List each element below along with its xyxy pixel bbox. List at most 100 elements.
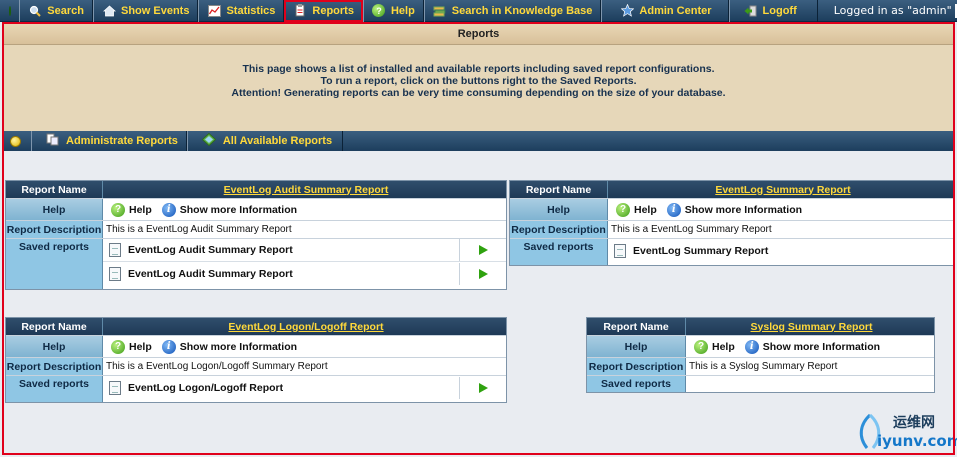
report-description-label: Report Description <box>587 358 686 375</box>
nav-show-events[interactable]: Show Events <box>93 0 199 22</box>
document-icon <box>109 243 121 257</box>
help-label: Help <box>587 336 686 357</box>
all-available-reports-button[interactable]: All Available Reports <box>186 131 344 151</box>
search-icon <box>28 4 42 18</box>
help-icon[interactable]: ? <box>616 202 630 217</box>
show-more-link[interactable]: Show more Information <box>180 204 297 216</box>
report-description: This is a EventLog Summary Report <box>611 224 772 235</box>
info-line-2: To run a report, click on the buttons ri… <box>320 75 637 87</box>
help-link[interactable]: Help <box>634 204 657 216</box>
report-description: This is a EventLog Logon/Logoff Summary … <box>106 361 328 372</box>
report-description: This is a Syslog Summary Report <box>689 361 838 372</box>
report-name-label: Report Name <box>510 181 608 198</box>
report-name-label: Report Name <box>587 318 686 335</box>
nav-search[interactable]: Search <box>19 0 93 22</box>
saved-report-name: EventLog Audit Summary Report <box>128 244 293 256</box>
report-description-label: Report Description <box>6 358 103 375</box>
nav-admin-center-label: Admin Center <box>639 4 712 17</box>
nav-show-events-label: Show Events <box>121 4 190 17</box>
events-icon <box>102 4 116 18</box>
report-panel-syslog-summary: Report Name Syslog Summary Report Help ?… <box>586 317 935 393</box>
info-icon[interactable]: i <box>744 339 759 354</box>
help-label: Help <box>6 336 103 357</box>
saved-report-item: EventLog Logon/Logoff Report <box>103 376 506 399</box>
reports-list-icon <box>201 132 217 149</box>
run-report-button[interactable] <box>459 376 506 399</box>
nav-reports[interactable]: Reports <box>284 0 363 22</box>
show-more-link[interactable]: Show more Information <box>685 204 802 216</box>
help-label: Help <box>510 199 608 220</box>
info-line-1: This page shows a list of installed and … <box>242 63 715 75</box>
info-icon[interactable]: i <box>666 202 681 217</box>
help-link[interactable]: Help <box>129 341 152 353</box>
show-more-link[interactable]: Show more Information <box>763 341 880 353</box>
all-available-reports-label: All Available Reports <box>222 135 333 147</box>
statistics-icon <box>207 4 221 18</box>
nav-help-label: Help <box>390 4 415 17</box>
nav-search-label: Search <box>47 4 84 17</box>
reports-subnav: Administrate Reports All Available Repor… <box>4 131 953 151</box>
help-icon: ? <box>372 4 386 18</box>
knowledge-base-icon <box>433 4 447 18</box>
subnav-dot-icon <box>10 135 21 147</box>
info-line-3: Attention! Generating reports can be ver… <box>231 87 726 99</box>
saved-report-name: EventLog Logon/Logoff Report <box>128 381 284 394</box>
reports-icon <box>293 4 307 18</box>
info-icon[interactable]: i <box>161 202 176 217</box>
report-description-label: Report Description <box>510 221 608 238</box>
report-name-label: Report Name <box>6 181 103 198</box>
star-icon <box>620 4 634 18</box>
report-panel-audit-summary: Report Name EventLog Audit Summary Repor… <box>5 180 507 290</box>
help-icon[interactable]: ? <box>111 202 125 217</box>
report-panel-eventlog-summary: Report Name EventLog Summary Report Help… <box>509 180 955 266</box>
document-icon <box>109 266 121 281</box>
nav-statistics[interactable]: Statistics <box>198 0 285 22</box>
nav-statistics-label: Statistics <box>226 4 276 17</box>
document-icon <box>109 380 121 395</box>
saved-report-name: EventLog Summary Report <box>633 244 769 257</box>
watermark: 运维网 iyunv.com <box>855 410 957 454</box>
help-label: Help <box>6 199 103 220</box>
page-description: This page shows a list of installed and … <box>4 45 953 131</box>
nav-admin-center[interactable]: Admin Center <box>601 0 729 22</box>
top-navigation: Search Show Events Statistics Reports ? … <box>0 0 957 22</box>
document-icon <box>614 243 626 258</box>
report-name-link[interactable]: Syslog Summary Report <box>686 318 934 335</box>
saved-reports-label: Saved reports <box>6 376 103 402</box>
administrate-reports-button[interactable]: Administrate Reports <box>31 131 187 151</box>
saved-reports-label: Saved reports <box>6 239 103 289</box>
help-icon[interactable]: ? <box>694 339 708 354</box>
report-panel-logon-logoff: Report Name EventLog Logon/Logoff Report… <box>5 317 507 403</box>
report-name-link[interactable]: EventLog Logon/Logoff Report <box>103 318 506 335</box>
nav-logoff[interactable]: Logoff <box>728 0 818 22</box>
report-description: This is a EventLog Audit Summary Report <box>106 224 292 235</box>
saved-report-item: EventLog Audit Summary Report <box>103 239 506 262</box>
report-name-link[interactable]: EventLog Audit Summary Report <box>103 181 506 198</box>
help-link[interactable]: Help <box>712 341 735 353</box>
help-icon[interactable]: ? <box>111 339 125 354</box>
nav-knowledge-base-label: Search in Knowledge Base <box>451 4 593 17</box>
logged-in-status: Logged in as "admin" <box>833 4 952 17</box>
nav-help[interactable]: ? Help <box>362 0 424 22</box>
run-report-button[interactable] <box>459 262 506 285</box>
saved-report-name: EventLog Audit Summary Report <box>128 267 293 280</box>
report-name-link[interactable]: EventLog Summary Report <box>608 181 955 198</box>
page-title: Reports <box>4 24 953 45</box>
saved-reports-empty <box>686 376 934 392</box>
run-report-button[interactable] <box>459 239 506 261</box>
administrate-reports-label: Administrate Reports <box>66 135 178 147</box>
watermark-line1: 运维网 <box>893 414 935 430</box>
saved-report-item: EventLog Audit Summary Report <box>103 262 506 285</box>
nav-logoff-label: Logoff <box>762 4 797 17</box>
nav-knowledge-base[interactable]: Search in Knowledge Base <box>423 0 602 22</box>
info-icon[interactable]: i <box>161 339 176 354</box>
saved-reports-label: Saved reports <box>510 239 608 265</box>
administrate-icon <box>46 133 59 149</box>
show-more-link[interactable]: Show more Information <box>180 341 297 353</box>
status-dot-icon <box>9 5 12 16</box>
logoff-icon <box>744 4 758 18</box>
help-link[interactable]: Help <box>129 204 152 216</box>
saved-report-item: EventLog Summary Report <box>608 239 955 262</box>
saved-reports-label: Saved reports <box>587 376 686 392</box>
report-description-label: Report Description <box>6 221 103 238</box>
